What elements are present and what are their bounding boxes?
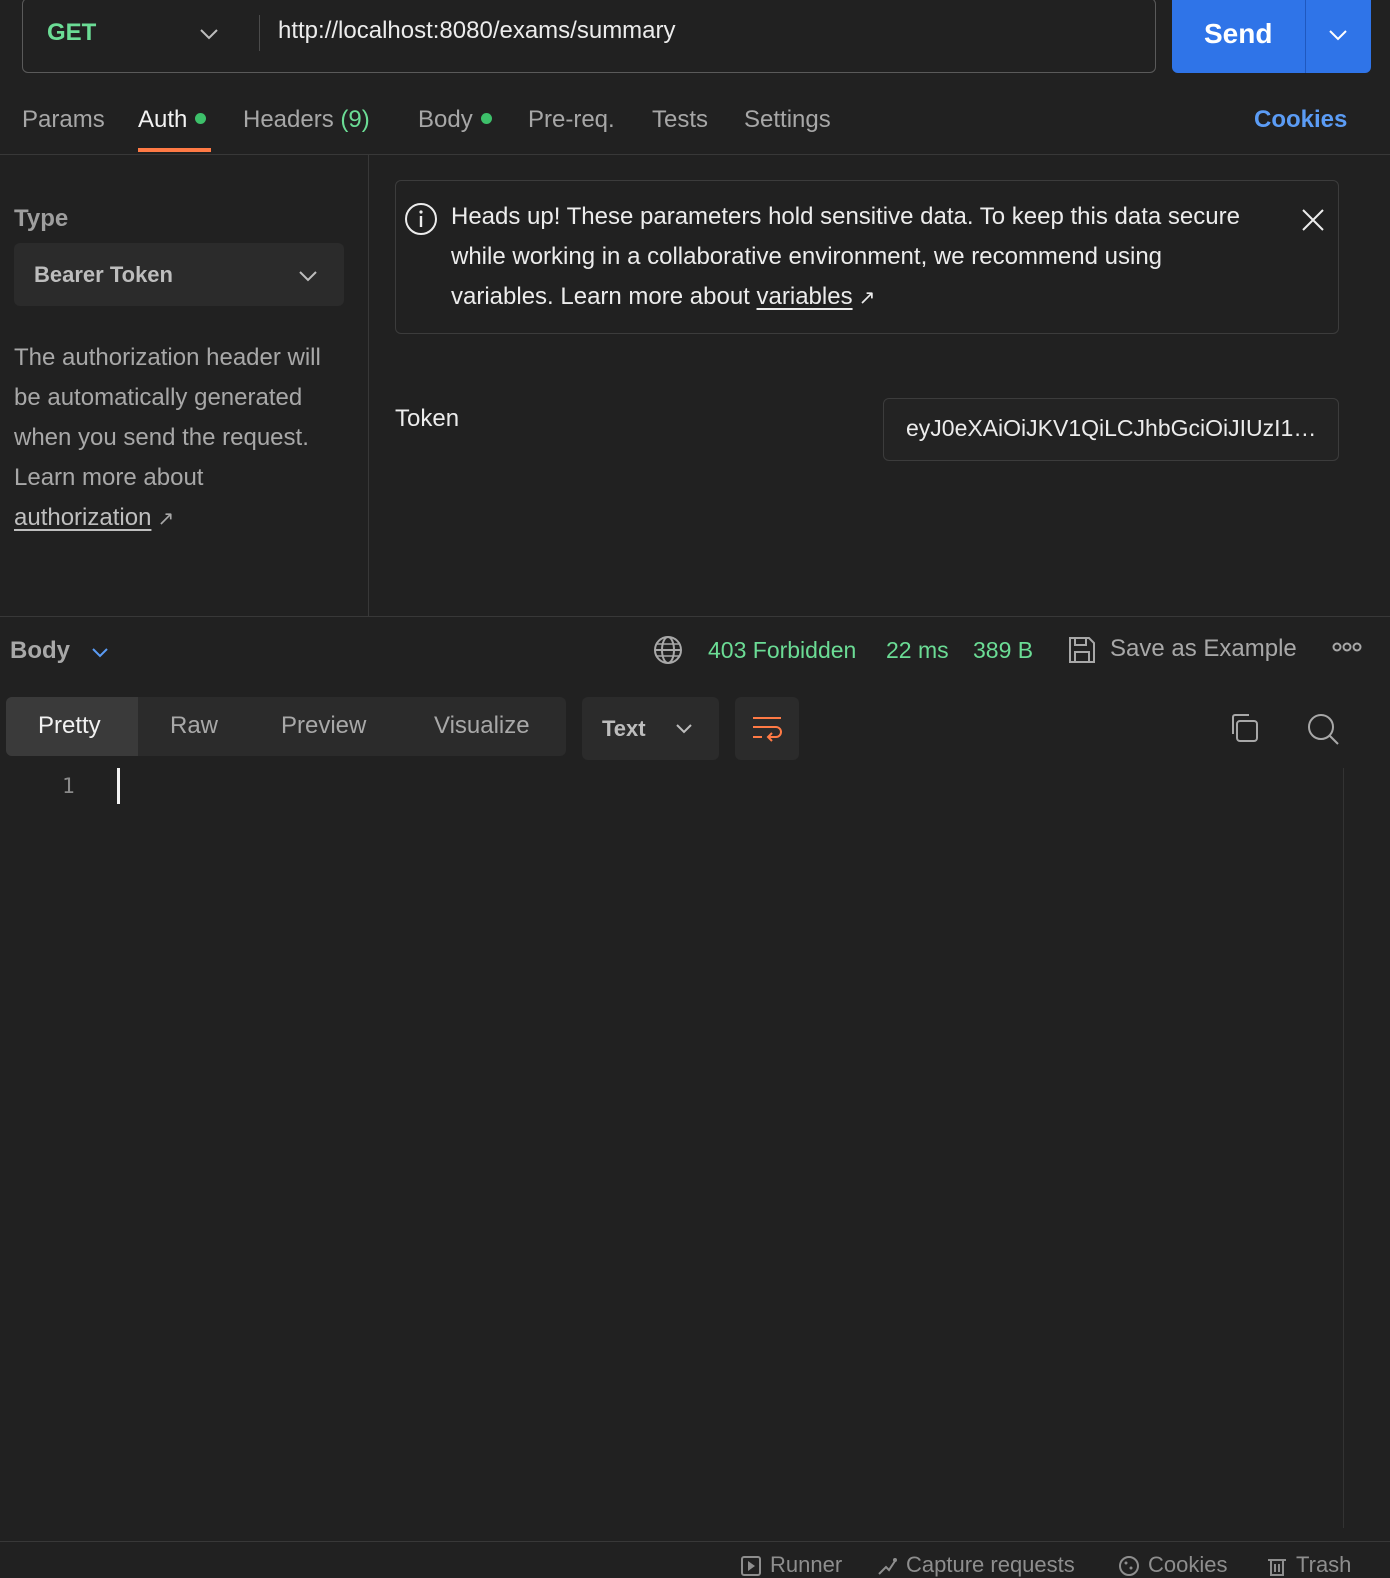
response-size[interactable]: 389 B [973, 637, 1033, 664]
line-number: 1 [62, 774, 75, 798]
method-select[interactable]: GET [47, 19, 96, 47]
cookie-icon [1119, 1556, 1139, 1577]
headers-count: (9) [340, 106, 370, 133]
response-view-tabs: Pretty Raw Preview Visualize [6, 697, 566, 756]
tab-pre-request[interactable]: Pre-req. [528, 106, 615, 134]
chevron-down-icon [676, 724, 692, 734]
status-bar: Runner Capture requests Cookies Trash [0, 1541, 1390, 1578]
capture-requests-label: Capture requests [906, 1552, 1075, 1577]
modified-indicator [195, 113, 207, 125]
trash-label: Trash [1296, 1552, 1352, 1577]
notice-text: Heads up! These parameters hold sensitiv… [451, 197, 1251, 318]
tab-settings[interactable]: Settings [744, 106, 831, 134]
tab-label: Settings [744, 106, 831, 133]
send-button-group: Send [1172, 0, 1371, 73]
runner-label: Runner [770, 1552, 843, 1577]
text-cursor [117, 768, 120, 804]
status-code[interactable]: 403 Forbidden [708, 637, 856, 664]
token-value: eyJ0eXAiOiJKV1QiLCJhbGciOiJIUzI1NiJ9 [906, 415, 1321, 441]
view-tab-visualize[interactable]: Visualize [434, 697, 530, 756]
trash-button[interactable]: Trash [1266, 1552, 1351, 1578]
wrap-lines-button[interactable] [735, 697, 799, 760]
copy-icon[interactable] [1228, 712, 1260, 744]
sensitive-data-notice: Heads up! These parameters hold sensitiv… [395, 180, 1339, 334]
tab-auth[interactable]: Auth [138, 106, 207, 134]
divider [1305, 0, 1306, 73]
runner-button[interactable]: Runner [740, 1552, 842, 1578]
chevron-down-icon [299, 271, 317, 282]
authorization-link[interactable]: authorization [14, 504, 151, 531]
tab-label: Tests [652, 106, 709, 133]
tab-label: Params [22, 106, 105, 133]
tab-label: Auth [138, 106, 188, 133]
info-icon [405, 203, 437, 235]
auth-description-text: The authorization header will be automat… [14, 344, 321, 491]
request-tabs: Params Auth Headers (9) Body Pre-req. Te… [0, 96, 1390, 155]
external-link-icon: ↗ [858, 287, 876, 309]
editor-scrollbar[interactable] [1343, 768, 1344, 1528]
runner-icon [741, 1556, 761, 1577]
trash-icon [1268, 1559, 1286, 1577]
close-icon[interactable] [1300, 207, 1326, 233]
cookies-link[interactable]: Cookies [1254, 106, 1347, 134]
chevron-down-icon[interactable] [90, 643, 110, 663]
chevron-down-icon[interactable] [198, 23, 220, 45]
cookies-label: Cookies [1148, 1552, 1228, 1577]
capture-icon [878, 1558, 897, 1575]
type-label: Type [14, 205, 69, 232]
format-select[interactable]: Text [582, 697, 719, 760]
url-input[interactable]: http://localhost:8080/exams/summary [278, 17, 676, 45]
response-section-label[interactable]: Body [10, 637, 70, 665]
tab-label: Pre-req. [528, 106, 615, 133]
external-link-icon: ↗ [157, 508, 175, 530]
view-tab-preview[interactable]: Preview [281, 697, 366, 756]
auth-description: The authorization header will be automat… [14, 338, 354, 539]
send-button[interactable]: Send [1204, 18, 1272, 50]
auth-type-panel: Type Bearer Token The authorization head… [0, 155, 369, 616]
request-url-bar: GET http://localhost:8080/exams/summary [22, 0, 1156, 73]
tab-params[interactable]: Params [22, 106, 105, 134]
tab-headers[interactable]: Headers (9) [243, 106, 370, 134]
active-tab-underline [138, 148, 211, 152]
tab-label: Headers [243, 106, 334, 133]
token-field[interactable]: eyJ0eXAiOiJKV1QiLCJhbGciOiJIUzI1NiJ9 [883, 398, 1339, 461]
response-toolbar: Body 403 Forbidden 22 ms 389 B Save as E… [0, 616, 1390, 680]
save-as-example-button[interactable]: Save as Example [1110, 635, 1297, 663]
search-icon[interactable] [1306, 712, 1340, 746]
token-label: Token [395, 405, 460, 432]
divider [259, 15, 260, 51]
modified-indicator [480, 113, 492, 125]
save-icon[interactable] [1067, 635, 1097, 665]
format-value: Text [602, 716, 646, 741]
tab-body[interactable]: Body [418, 106, 492, 134]
view-tab-pretty[interactable]: Pretty [6, 697, 138, 756]
more-icon[interactable] [1332, 641, 1362, 653]
cookies-button[interactable]: Cookies [1118, 1552, 1227, 1578]
variables-link[interactable]: variables [757, 283, 853, 310]
tab-tests[interactable]: Tests [652, 106, 708, 134]
tab-label: Body [418, 106, 473, 133]
response-time[interactable]: 22 ms [886, 637, 949, 664]
view-tab-raw[interactable]: Raw [170, 697, 218, 756]
capture-requests-button[interactable]: Capture requests [876, 1552, 1075, 1578]
wrap-icon [753, 717, 782, 742]
chevron-down-icon[interactable] [1327, 24, 1349, 46]
globe-icon[interactable] [653, 635, 683, 665]
auth-type-value: Bearer Token [34, 262, 173, 287]
auth-type-select[interactable]: Bearer Token [14, 243, 344, 306]
